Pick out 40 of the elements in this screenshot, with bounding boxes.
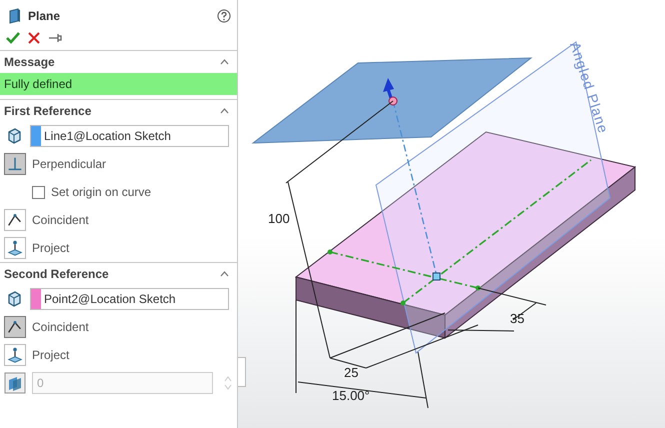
- help-icon[interactable]: [217, 9, 231, 23]
- dimension-label: 25: [344, 365, 358, 380]
- project-toggle[interactable]: [4, 344, 26, 366]
- checkbox-label: Set origin on curve: [51, 185, 152, 199]
- close-icon[interactable]: [28, 32, 40, 44]
- chevron-icon[interactable]: [220, 271, 229, 277]
- pin-icon[interactable]: [48, 33, 62, 43]
- panel-title: Plane: [28, 9, 62, 23]
- normal-arrow: [383, 78, 394, 100]
- chevron-icon[interactable]: [220, 108, 229, 114]
- dimension-label: 35: [510, 311, 524, 326]
- project-icon: [6, 239, 24, 257]
- option-label: Project: [32, 241, 70, 255]
- panel-collapse-handle[interactable]: [238, 357, 246, 387]
- selection-field[interactable]: Line1@Location Sketch: [30, 125, 229, 147]
- selection-field[interactable]: Point2@Location Sketch: [30, 288, 229, 310]
- option-label: Perpendicular: [32, 157, 106, 171]
- coincident-toggle[interactable]: [4, 316, 26, 338]
- coincident-icon: [6, 211, 24, 229]
- coincident-toggle[interactable]: [4, 209, 26, 231]
- option-label: Coincident: [32, 213, 89, 227]
- section-title: Message: [4, 55, 55, 69]
- status-message: Fully defined: [0, 73, 237, 95]
- section-title: Second Reference: [4, 267, 109, 281]
- plane-icon: [8, 8, 22, 24]
- coincident-icon: [6, 318, 24, 336]
- perpendicular-icon: [6, 155, 24, 173]
- project-icon: [6, 346, 24, 364]
- sketch-point: [432, 272, 440, 280]
- dimension-label: 15.00°: [332, 388, 370, 403]
- option-label: Coincident: [32, 320, 89, 334]
- dimension-label: 100: [268, 211, 290, 226]
- section-title: First Reference: [4, 104, 92, 118]
- checkbox[interactable]: [32, 186, 45, 198]
- chevron-icon[interactable]: [220, 59, 229, 65]
- option-label: Project: [32, 348, 70, 362]
- check-icon[interactable]: [6, 32, 20, 44]
- plane-stack-icon: [4, 372, 26, 394]
- project-toggle[interactable]: [4, 237, 26, 259]
- perpendicular-toggle[interactable]: [4, 153, 26, 175]
